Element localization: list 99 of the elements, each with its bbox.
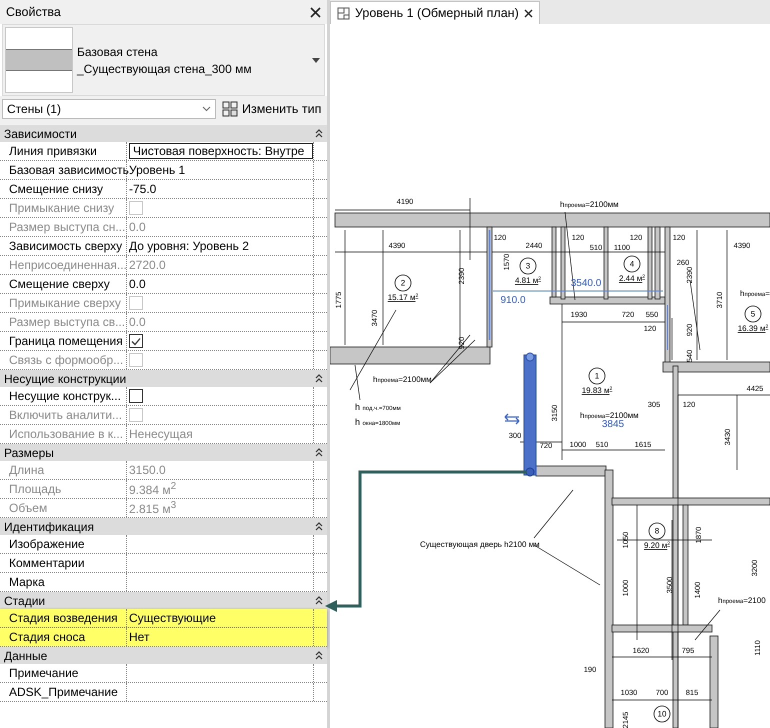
property-label: Включить аналити... [8, 407, 124, 424]
property-row[interactable]: Марка [0, 573, 327, 592]
property-label: Стадия сноса [8, 629, 86, 646]
collapse-icon[interactable] [315, 651, 323, 660]
property-row[interactable]: Граница помещения [0, 332, 327, 351]
property-value[interactable]: 0.0 [129, 277, 146, 291]
annotation-text: Существующая дверь h2100 мм [420, 540, 540, 549]
view-tab[interactable]: Уровень 1 (Обмерный план) [330, 1, 540, 24]
room-tag[interactable]: 3 [520, 258, 536, 274]
property-label: Стадия возведения [8, 610, 119, 627]
property-field[interactable]: Чистовая поверхность: Внутре [129, 143, 313, 159]
group-header[interactable]: Данные [0, 647, 327, 664]
property-label: Площадь [8, 481, 62, 498]
property-row[interactable]: Зависимость сверху До уровня: Уровень 2 [0, 237, 327, 256]
flip-arrows-icon[interactable] [504, 413, 520, 425]
collapse-icon[interactable] [315, 522, 323, 531]
wall-highlight-line [667, 304, 668, 350]
property-checkbox[interactable] [129, 389, 143, 403]
property-value[interactable]: Существующие [129, 611, 216, 625]
property-value[interactable]: До уровня: Уровень 2 [129, 239, 249, 253]
category-dropdown[interactable]: Стены (1) [2, 99, 216, 119]
group-title: Зависимости [4, 126, 77, 140]
property-label: Изображение [8, 536, 86, 553]
property-label: Примечание [8, 665, 80, 682]
panel-title: Свойства [6, 5, 61, 19]
property-label: Зависимость сверху [8, 238, 124, 255]
close-icon[interactable] [310, 6, 321, 18]
group-title: Несущие конструкции [4, 372, 126, 386]
edit-type-button[interactable]: Изменить тип [220, 101, 324, 117]
property-label: Линия привязки [8, 143, 98, 160]
temporary-dimension[interactable]: 3845 [602, 419, 624, 430]
property-label: Граница помещения [8, 333, 124, 350]
property-row[interactable]: Несущие конструк... [0, 387, 327, 406]
property-value[interactable]: Нет [129, 630, 150, 644]
room-area: 19.83 м$^{2}$ [582, 386, 612, 395]
property-label: Комментарии [8, 555, 86, 572]
collapse-icon[interactable] [315, 129, 323, 138]
room-area: 16.39 м$^{2}$ [738, 324, 768, 333]
floor-plan-icon [337, 6, 350, 20]
property-row[interactable]: Базовая зависимостьУровень 1 [0, 161, 327, 180]
property-label: Смещение сверху [8, 276, 111, 293]
property-label: Использование в к... [8, 426, 124, 443]
temporary-dimension[interactable]: 910.0 [500, 295, 526, 306]
group-header[interactable]: Размеры [0, 444, 327, 461]
group-title: Стадии [4, 594, 46, 608]
group-header[interactable]: Стадии [0, 592, 327, 609]
property-row[interactable]: Стадия сноса Нет [0, 628, 327, 647]
group-header[interactable]: Зависимости [0, 125, 327, 142]
room-tag[interactable]: 1 [588, 368, 606, 384]
room-tag[interactable]: 5 [744, 306, 762, 322]
room-area: 4.81 м$^{2}$ [514, 276, 542, 285]
close-icon[interactable] [524, 8, 533, 18]
property-checkbox[interactable] [129, 334, 143, 348]
property-row[interactable]: Стадия возведения Существующие [0, 609, 327, 628]
type-family: Базовая стена [77, 44, 159, 58]
property-label: Марка [8, 574, 46, 591]
property-row[interactable]: ADSK_Примечание [0, 683, 327, 702]
edit-type-icon [222, 101, 238, 117]
room-tag[interactable]: 10 [654, 706, 670, 722]
room-tag[interactable]: 8 [648, 522, 666, 540]
caret-icon [202, 106, 211, 112]
property-label: Размер выступа св... [8, 314, 126, 331]
group-title: Данные [4, 648, 48, 662]
property-label: Связь с формообр... [8, 352, 124, 369]
property-value[interactable]: -75.0 [129, 182, 156, 196]
group-title: Размеры [4, 446, 54, 460]
property-row[interactable]: Комментарии [0, 554, 327, 573]
wall-preview-drawing [5, 27, 73, 93]
room-area: 9.20 м$^{2}$ [644, 541, 670, 550]
collapse-icon[interactable] [315, 374, 323, 383]
property-label: Несущие конструк... [8, 388, 122, 405]
group-title: Идентификация [4, 520, 94, 534]
property-row[interactable]: Смещение сверху 0.0 [0, 275, 327, 294]
property-label: Размер выступа сн... [8, 219, 126, 236]
property-row[interactable]: Изображение [0, 535, 327, 554]
property-label: Примыкание сверху [8, 295, 122, 312]
room-area: 15.17 м$^{2}$ [388, 293, 418, 302]
property-label: Примыкание снизу [8, 200, 116, 217]
property-label: Смещение снизу [8, 181, 104, 198]
caret-icon[interactable] [312, 58, 320, 62]
type-selector[interactable]: Базовая стена _Существующая стена_300 мм [2, 24, 325, 96]
property-row[interactable]: Примечание [0, 664, 327, 683]
property-label: Неприсоединенная... [8, 257, 126, 274]
type-name: _Существующая стена_300 мм [77, 62, 253, 76]
group-header[interactable]: Идентификация [0, 518, 327, 535]
collapse-icon[interactable] [315, 596, 323, 605]
property-value[interactable]: Уровень 1 [129, 163, 186, 177]
property-label: Объем [8, 500, 48, 517]
collapse-icon[interactable] [315, 448, 323, 457]
property-label: Длина [8, 462, 46, 479]
property-label: ADSK_Примечание [8, 684, 119, 701]
group-header[interactable]: Несущие конструкции [0, 370, 327, 387]
room-tag[interactable]: 4 [624, 256, 640, 272]
property-row[interactable]: Линия привязки Чистовая поверхность: Внутре [0, 142, 327, 161]
room-area: 2.44 м$^{2}$ [618, 274, 646, 283]
room-tag[interactable]: 2 [394, 274, 412, 292]
property-row[interactable]: Смещение снизу -75.0 [0, 180, 327, 199]
property-label: Базовая зависимость [8, 162, 126, 179]
selected-wall[interactable] [524, 352, 536, 476]
